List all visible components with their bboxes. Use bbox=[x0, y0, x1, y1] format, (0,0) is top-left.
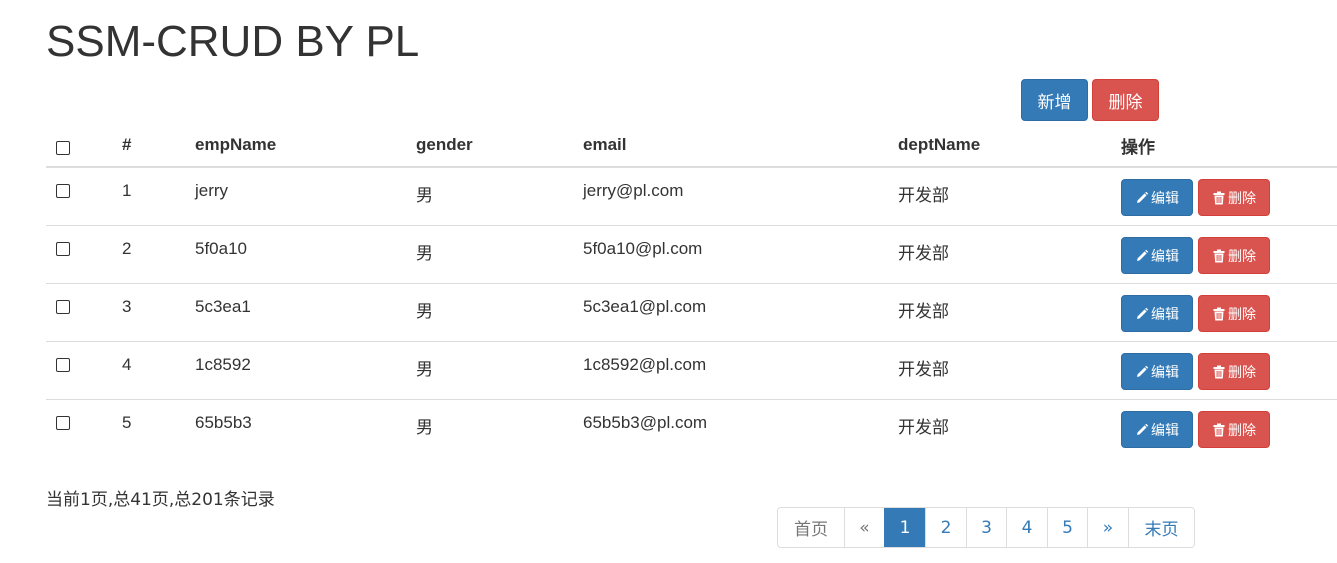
edit-button-label: 编辑 bbox=[1151, 190, 1179, 207]
delete-button-label: 删除 bbox=[1228, 364, 1256, 381]
cell-empname: 1c8592 bbox=[195, 355, 251, 374]
table-header-row: # empName gender email deptName 操作 bbox=[46, 124, 1337, 168]
edit-button[interactable]: 编辑 bbox=[1121, 353, 1193, 390]
column-header-gender: gender bbox=[416, 124, 583, 168]
select-all-checkbox[interactable] bbox=[56, 141, 70, 155]
cell-deptname: 开发部 bbox=[898, 302, 949, 322]
page-title: SSM-CRUD BY PL bbox=[46, 17, 420, 66]
cell-id: 5 bbox=[122, 413, 132, 432]
cell-deptname: 开发部 bbox=[898, 418, 949, 438]
pagination: 首页 « 1 2 3 4 5 » 末页 bbox=[777, 507, 1195, 548]
edit-button[interactable]: 编辑 bbox=[1121, 179, 1193, 216]
employee-table: # empName gender email deptName 操作 1 jerr… bbox=[46, 124, 1337, 457]
cell-empname: 5f0a10 bbox=[195, 239, 247, 258]
page-link-2[interactable]: 2 bbox=[925, 508, 966, 547]
column-header-id: # bbox=[122, 124, 195, 168]
cell-email: 1c8592@pl.com bbox=[583, 355, 707, 374]
pencil-icon bbox=[1135, 191, 1149, 205]
column-header-actions: 操作 bbox=[1121, 124, 1337, 168]
toolbar: 新增 删除 bbox=[1021, 79, 1159, 121]
delete-button-label: 删除 bbox=[1228, 190, 1256, 207]
edit-button[interactable]: 编辑 bbox=[1121, 411, 1193, 448]
pencil-icon bbox=[1135, 423, 1149, 437]
add-employee-button[interactable]: 新增 bbox=[1021, 79, 1088, 121]
row-checkbox[interactable] bbox=[56, 242, 70, 256]
delete-selected-button[interactable]: 删除 bbox=[1092, 79, 1159, 121]
column-header-deptname: deptName bbox=[898, 124, 1121, 168]
prev-page-link[interactable]: « bbox=[844, 508, 884, 547]
cell-empname: 65b5b3 bbox=[195, 413, 252, 432]
row-checkbox[interactable] bbox=[56, 358, 70, 372]
delete-button[interactable]: 删除 bbox=[1198, 353, 1270, 390]
first-page-link[interactable]: 首页 bbox=[778, 508, 844, 547]
cell-id: 1 bbox=[122, 181, 132, 200]
table-row: 2 5f0a10 男 5f0a10@pl.com 开发部 编辑 删除 bbox=[46, 225, 1337, 284]
edit-button-label: 编辑 bbox=[1151, 422, 1179, 439]
trash-icon bbox=[1212, 365, 1226, 379]
next-page-link[interactable]: » bbox=[1087, 508, 1128, 547]
delete-button-label: 删除 bbox=[1228, 422, 1256, 439]
edit-button[interactable]: 编辑 bbox=[1121, 295, 1193, 332]
delete-button-label: 删除 bbox=[1228, 248, 1256, 265]
cell-email: 5f0a10@pl.com bbox=[583, 239, 703, 258]
cell-deptname: 开发部 bbox=[898, 186, 949, 206]
cell-empname: jerry bbox=[195, 181, 229, 200]
column-header-empname: empName bbox=[195, 124, 416, 168]
page-link-3[interactable]: 3 bbox=[966, 508, 1006, 547]
cell-id: 2 bbox=[122, 239, 132, 258]
row-actions: 编辑 删除 bbox=[1121, 226, 1337, 274]
pencil-icon bbox=[1135, 249, 1149, 263]
edit-button-label: 编辑 bbox=[1151, 306, 1179, 323]
cell-email: 65b5b3@pl.com bbox=[583, 413, 708, 432]
cell-empname: 5c3ea1 bbox=[195, 297, 251, 316]
cell-email: jerry@pl.com bbox=[583, 181, 684, 200]
trash-icon bbox=[1212, 307, 1226, 321]
cell-gender: 男 bbox=[416, 302, 433, 322]
cell-gender: 男 bbox=[416, 186, 433, 206]
page-link-4[interactable]: 4 bbox=[1006, 508, 1047, 547]
row-actions: 编辑 删除 bbox=[1121, 342, 1337, 390]
page-link-5[interactable]: 5 bbox=[1047, 508, 1087, 547]
pagination-info: 当前1页,总41页,总201条记录 bbox=[46, 490, 275, 510]
cell-gender: 男 bbox=[416, 244, 433, 264]
pencil-icon bbox=[1135, 307, 1149, 321]
row-actions: 编辑 删除 bbox=[1121, 284, 1337, 332]
cell-gender: 男 bbox=[416, 418, 433, 438]
page-link-1[interactable]: 1 bbox=[884, 508, 925, 547]
cell-gender: 男 bbox=[416, 360, 433, 380]
table-row: 5 65b5b3 男 65b5b3@pl.com 开发部 编辑 删除 bbox=[46, 400, 1337, 458]
delete-button[interactable]: 删除 bbox=[1198, 411, 1270, 448]
cell-deptname: 开发部 bbox=[898, 360, 949, 380]
last-page-link[interactable]: 末页 bbox=[1128, 508, 1194, 547]
trash-icon bbox=[1212, 423, 1226, 437]
row-checkbox[interactable] bbox=[56, 416, 70, 430]
pencil-icon bbox=[1135, 365, 1149, 379]
table-row: 1 jerry 男 jerry@pl.com 开发部 编辑 删除 bbox=[46, 167, 1337, 226]
delete-button[interactable]: 删除 bbox=[1198, 295, 1270, 332]
delete-button[interactable]: 删除 bbox=[1198, 237, 1270, 274]
cell-id: 3 bbox=[122, 297, 132, 316]
cell-deptname: 开发部 bbox=[898, 244, 949, 264]
cell-id: 4 bbox=[122, 355, 132, 374]
edit-button-label: 编辑 bbox=[1151, 364, 1179, 381]
row-checkbox[interactable] bbox=[56, 300, 70, 314]
table-body: 1 jerry 男 jerry@pl.com 开发部 编辑 删除 2 5f0a10 男 5f0a10… bbox=[46, 167, 1337, 457]
row-checkbox[interactable] bbox=[56, 184, 70, 198]
table-row: 3 5c3ea1 男 5c3ea1@pl.com 开发部 编辑 删除 bbox=[46, 283, 1337, 342]
delete-button[interactable]: 删除 bbox=[1198, 179, 1270, 216]
delete-button-label: 删除 bbox=[1228, 306, 1256, 323]
edit-button[interactable]: 编辑 bbox=[1121, 237, 1193, 274]
row-actions: 编辑 删除 bbox=[1121, 400, 1337, 448]
row-actions: 编辑 删除 bbox=[1121, 168, 1337, 216]
table-row: 4 1c8592 男 1c8592@pl.com 开发部 编辑 删除 bbox=[46, 341, 1337, 400]
trash-icon bbox=[1212, 249, 1226, 263]
edit-button-label: 编辑 bbox=[1151, 248, 1179, 265]
column-header-email: email bbox=[583, 124, 898, 168]
cell-email: 5c3ea1@pl.com bbox=[583, 297, 707, 316]
trash-icon bbox=[1212, 191, 1226, 205]
